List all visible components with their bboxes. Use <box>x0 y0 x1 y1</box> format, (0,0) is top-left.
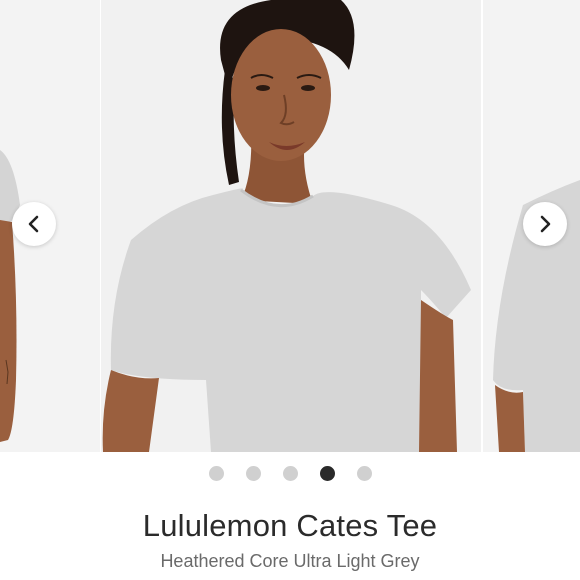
product-color: Heathered Core Ultra Light Grey <box>160 551 420 571</box>
pagination-dot-active[interactable] <box>319 466 335 481</box>
product-title: Lululemon Cates Tee <box>142 508 438 543</box>
pagination-dot[interactable] <box>245 466 261 481</box>
chevron-left-icon <box>28 215 39 233</box>
chevron-right-icon <box>540 215 551 233</box>
carousel-pagination <box>0 466 580 481</box>
pagination-dot[interactable] <box>356 466 372 481</box>
pagination-dot[interactable] <box>282 466 298 481</box>
carousel-next-button[interactable] <box>523 202 567 246</box>
product-image-carousel[interactable] <box>0 0 580 452</box>
model-photo-main <box>101 0 481 452</box>
carousel-slide-active[interactable] <box>101 0 481 452</box>
pagination-dot[interactable] <box>208 466 224 481</box>
carousel-prev-button[interactable] <box>12 202 56 246</box>
